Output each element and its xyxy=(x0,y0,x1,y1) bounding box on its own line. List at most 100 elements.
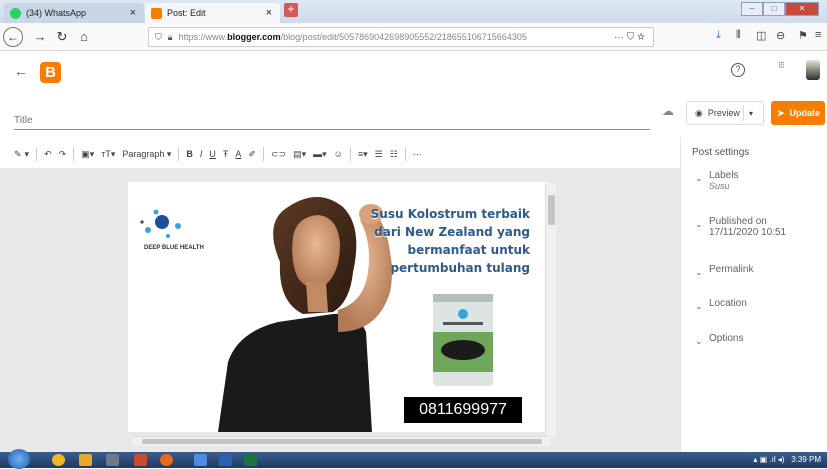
sidebar-item-options[interactable]: ⌄ Options xyxy=(695,333,743,347)
post-body[interactable]: DEEP BLUE HEALTH Susu Kolostrum terbaik … xyxy=(128,182,548,432)
tab-whatsapp[interactable]: (34) WhatsApp × xyxy=(4,3,144,23)
minimize-button[interactable]: – xyxy=(741,2,763,16)
numbered-list-icon[interactable]: ☰ xyxy=(375,149,383,160)
product-can xyxy=(433,294,493,386)
sidebar-item-permalink[interactable]: ⌄ Permalink xyxy=(695,264,753,278)
help-icon[interactable]: ? xyxy=(731,63,745,77)
link-icon[interactable]: ⊂⊃ xyxy=(271,149,286,160)
blogger-logo[interactable]: B xyxy=(40,62,61,83)
vertical-scrollbar[interactable] xyxy=(545,183,556,438)
italic-icon[interactable]: I xyxy=(200,149,203,159)
sidebar-icon[interactable]: ◫ xyxy=(756,29,766,42)
undo-icon[interactable]: ↶ xyxy=(44,149,52,160)
system-tray: ▴ ▣ .ıl ◂) 3:39 PM xyxy=(753,455,821,464)
windows-taskbar: ▴ ▣ .ıl ◂) 3:39 PM xyxy=(0,449,827,469)
editor-toolbar: ✎ ▾ ↶ ↷ ▣▾ тT▾ Paragraph ▾ B I U Ŧ A ✐ ⊂… xyxy=(0,140,680,168)
url-prefix: https://www. xyxy=(178,32,228,42)
window-controls: – □ ✕ xyxy=(741,2,819,16)
preview-button[interactable]: ◉ Preview ▾ xyxy=(686,101,764,125)
tray-icons[interactable]: ▴ ▣ .ıl ◂) xyxy=(753,455,789,464)
update-button[interactable]: ➤ Update xyxy=(771,101,825,125)
menu-icon[interactable]: ≡ xyxy=(815,29,821,41)
align-icon[interactable]: ≡▾ xyxy=(358,149,368,160)
window-close-button[interactable]: ✕ xyxy=(785,2,819,16)
chrome-icon[interactable] xyxy=(52,454,65,466)
divider xyxy=(73,147,75,161)
chevron-down-icon[interactable]: ▾ xyxy=(25,149,30,160)
headline-line-1: Susu Kolostrum terbaik xyxy=(370,207,530,221)
page-actions-icon[interactable]: ··· ⛉ ☆ xyxy=(614,32,645,43)
avatar[interactable] xyxy=(806,60,820,80)
post-settings-title: Post settings xyxy=(692,147,750,158)
sidebar-item-value: 17/11/2020 10:51 xyxy=(709,227,787,238)
font-size-icon[interactable]: тT▾ xyxy=(101,149,115,160)
account-icon[interactable]: ⊖ xyxy=(776,29,785,42)
divider xyxy=(349,147,351,161)
chevron-down-icon: ⌄ xyxy=(695,301,703,311)
bullet-list-icon[interactable]: ☷ xyxy=(390,149,398,160)
sidebar-item-location[interactable]: ⌄ Location xyxy=(695,298,747,312)
home-icon[interactable]: ⌂ xyxy=(74,27,94,47)
sidebar-item-published[interactable]: ⌄ Published on 17/11/2020 10:51 xyxy=(695,216,786,238)
text-color-icon[interactable]: A xyxy=(235,149,241,159)
powerpoint-icon[interactable] xyxy=(134,454,147,466)
sidebar-item-label: Permalink xyxy=(709,264,754,275)
forward-icon[interactable]: → xyxy=(30,27,50,47)
sidebar-item-label: Published on xyxy=(709,216,767,227)
strikethrough-icon[interactable]: Ŧ xyxy=(223,149,229,159)
chevron-down-icon[interactable]: ▾ xyxy=(749,109,753,118)
word-icon[interactable] xyxy=(219,454,232,466)
chevron-down-icon: ⌄ xyxy=(695,219,703,229)
emoji-icon[interactable]: ☺ xyxy=(334,149,343,159)
underline-icon[interactable]: U xyxy=(209,149,216,159)
insert-video-icon[interactable]: ▬▾ xyxy=(313,149,327,160)
lock-icon: 🔒︎ xyxy=(167,31,173,42)
excel-icon[interactable] xyxy=(244,454,257,466)
scrollbar-thumb[interactable] xyxy=(142,439,542,444)
sidebar-item-value: Susu xyxy=(709,181,730,191)
headline-line-2: dari New Zealand yang xyxy=(374,225,530,239)
start-button[interactable] xyxy=(8,449,30,469)
browser-tab-bar: (34) WhatsApp × Post: Edit × + – □ ✕ xyxy=(0,0,827,23)
library-icon[interactable]: ⫴ xyxy=(736,29,741,42)
reload-icon[interactable]: ↻ xyxy=(52,27,72,47)
pen-icon[interactable]: ✎ xyxy=(14,149,22,160)
headline-line-4: pertumbuhan tulang xyxy=(390,261,530,275)
extension-icon[interactable]: ⚑ xyxy=(798,29,808,42)
close-tab-icon[interactable]: × xyxy=(130,7,136,19)
url-path: /blog/post/edit/5057869042698905552/2186… xyxy=(280,32,527,42)
download-icon[interactable]: ⤓ xyxy=(716,29,721,42)
more-icon[interactable]: ··· xyxy=(413,149,422,159)
insert-image-icon[interactable]: ▤▾ xyxy=(293,149,306,160)
back-arrow-icon[interactable]: ← xyxy=(14,63,28,79)
shield-icon: ⛉ xyxy=(155,31,162,42)
divider xyxy=(743,105,744,121)
url-bar[interactable]: ⛉ 🔒︎ https://www. blogger.com/blog/post/e… xyxy=(148,27,654,47)
chevron-down-icon: ⌄ xyxy=(695,267,703,277)
highlight-icon[interactable]: ✐ xyxy=(248,149,256,160)
format-label: Paragraph xyxy=(122,148,165,159)
browser-nav-bar: ← → ↻ ⌂ ⛉ 🔒︎ https://www. blogger.com/blo… xyxy=(0,23,827,51)
app-icon[interactable] xyxy=(194,454,207,466)
redo-icon[interactable]: ↷ xyxy=(59,149,67,160)
folder-icon[interactable] xyxy=(106,454,119,466)
horizontal-scrollbar[interactable] xyxy=(132,436,550,446)
blogger-favicon-icon xyxy=(151,7,162,19)
back-icon[interactable]: ← xyxy=(3,27,23,47)
update-label: Update xyxy=(789,108,821,118)
format-select[interactable]: Paragraph ▾ xyxy=(122,149,171,160)
tab-label: Post: Edit xyxy=(167,8,206,18)
apps-grid-icon[interactable]: ⁝⁝⁝ xyxy=(778,61,794,70)
scrollbar-thumb[interactable] xyxy=(548,195,555,225)
close-tab-icon[interactable]: × xyxy=(266,7,272,19)
maximize-button[interactable]: □ xyxy=(763,2,785,16)
title-input[interactable] xyxy=(14,112,650,130)
firefox-icon[interactable] xyxy=(160,454,173,466)
bold-icon[interactable]: B xyxy=(186,149,193,159)
divider xyxy=(262,147,264,161)
explorer-icon[interactable] xyxy=(79,454,92,466)
new-tab-button[interactable]: + xyxy=(284,3,298,17)
image-size-icon[interactable]: ▣▾ xyxy=(81,149,94,160)
sidebar-item-labels[interactable]: ⌄ Labels Susu xyxy=(695,170,738,191)
tab-post-edit[interactable]: Post: Edit × xyxy=(145,3,280,23)
